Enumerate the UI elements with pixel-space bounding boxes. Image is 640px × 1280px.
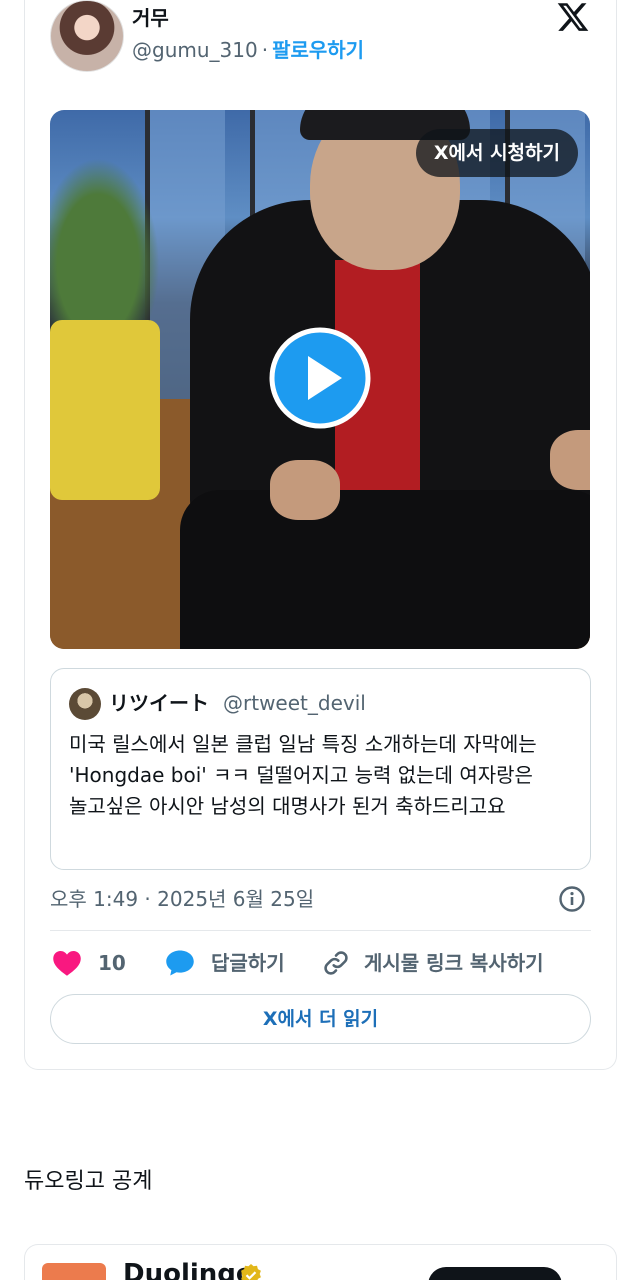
quoted-avatar (69, 688, 101, 720)
x-logo-icon[interactable] (556, 0, 590, 34)
reply-bubble-icon (166, 950, 194, 976)
next-embedded-card: Duolingo (24, 1244, 617, 1280)
like-button[interactable]: 10 (52, 946, 126, 980)
section-title: 듀오링고 공계 (24, 1169, 153, 1194)
author-handle-row: @gumu_310 · 팔로우하기 (132, 37, 364, 63)
copy-link-button[interactable]: 게시물 링크 복사하기 (322, 946, 544, 980)
verified-badge-icon (241, 1264, 261, 1280)
quoted-author-name: リツイート (109, 691, 209, 715)
play-icon[interactable] (268, 326, 372, 430)
video-cushion (50, 320, 160, 500)
info-icon[interactable] (558, 885, 586, 913)
video-pants (180, 490, 590, 649)
link-icon (324, 951, 348, 975)
heart-icon (53, 951, 81, 976)
video-hand (270, 460, 340, 520)
author-name[interactable]: 거무 (132, 6, 169, 30)
video-hand (550, 430, 590, 490)
author-handle[interactable]: @gumu_310 (132, 38, 258, 62)
next-card-follow-button[interactable] (428, 1267, 562, 1280)
follow-link[interactable]: 팔로우하기 (272, 38, 364, 62)
author-avatar[interactable] (50, 0, 124, 72)
watch-on-x-button[interactable]: X에서 시청하기 (415, 129, 578, 177)
tweet-timestamp[interactable]: 오후 1:49 · 2025년 6월 25일 (50, 884, 314, 914)
quoted-author-handle: @rtweet_devil (223, 691, 366, 715)
quoted-tweet[interactable]: リツイート @rtweet_devil 미국 릴스에서 일본 클럽 일남 특징 … (50, 668, 591, 870)
reply-label: 답글하기 (211, 951, 285, 975)
quoted-tweet-text: 미국 릴스에서 일본 클럽 일남 특징 소개하는데 자막에는 'Hongdae … (69, 732, 537, 818)
copy-link-label: 게시물 링크 복사하기 (364, 951, 544, 975)
tweet-header: 거무 @gumu_310 · 팔로우하기 (50, 0, 590, 74)
next-card-author-name[interactable]: Duolingo (123, 1259, 254, 1280)
handle-separator: · (261, 38, 269, 62)
like-count: 10 (98, 951, 126, 975)
reply-button[interactable]: 답글하기 (165, 946, 285, 980)
tweet-video[interactable]: X에서 시청하기 (50, 110, 590, 649)
duolingo-avatar[interactable] (42, 1263, 106, 1280)
read-more-button[interactable]: X에서 더 읽기 (50, 994, 591, 1044)
divider (50, 930, 591, 931)
